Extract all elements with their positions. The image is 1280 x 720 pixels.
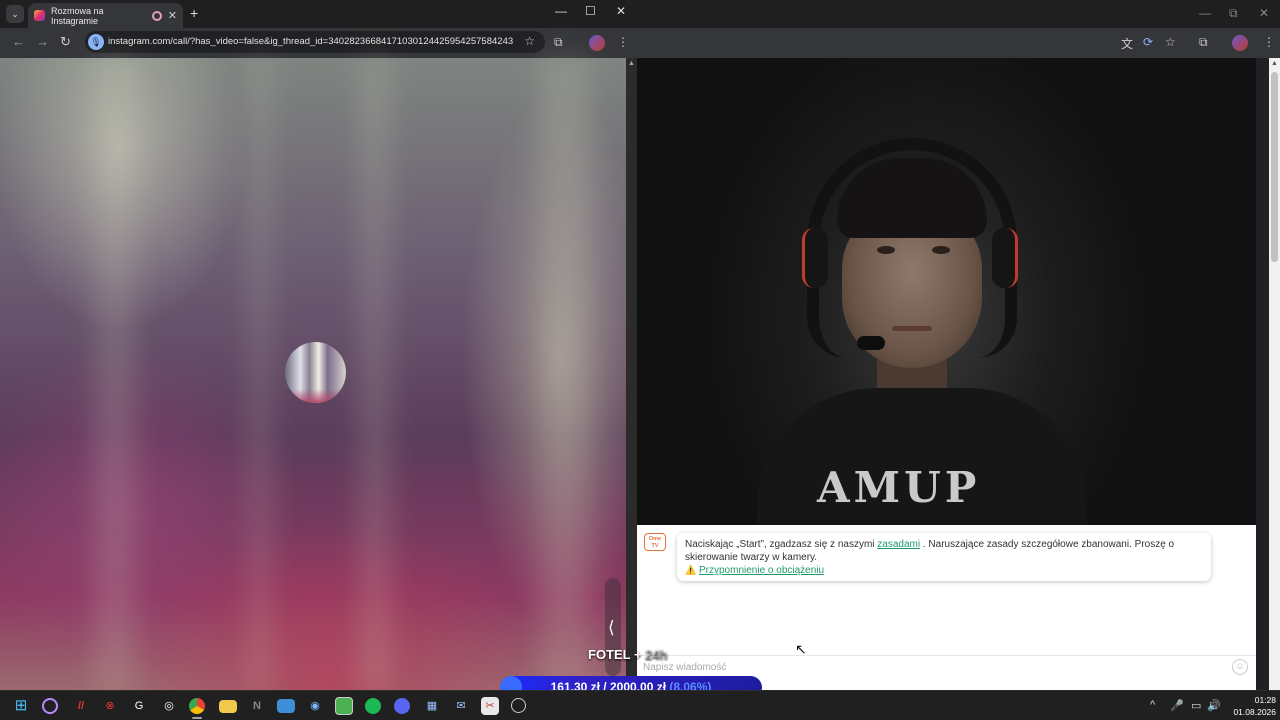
recording-icon [151,10,162,21]
steam-icon[interactable]: ◉ [306,697,324,715]
address-bar[interactable]: 🎙 instagram.com/call/?has_video=false&ig… [85,31,545,53]
obs-icon[interactable]: ◎ [160,697,178,715]
left-scrollbar[interactable]: ▲ [626,58,637,690]
url-text: instagram.com/call/?has_video=false&ig_t… [108,36,513,47]
bookmark-star-icon-right[interactable]: ☆ [1165,35,1176,49]
start-windows-icon[interactable]: ⊞ [12,697,30,715]
scroll-thumb[interactable] [1271,72,1278,262]
microphone-tray-icon[interactable]: 🎤 [1170,699,1184,712]
chrome-icon[interactable] [189,698,205,714]
spotify-icon[interactable] [365,698,381,714]
bookmark-star-icon[interactable]: ☆ [524,34,535,48]
right-title-bar: — ⧉ ✕ [637,0,1280,28]
mail-icon[interactable]: ✉ [452,697,470,715]
scroll-up-icon[interactable]: ▲ [628,60,635,67]
calculator-icon[interactable]: ▦ [423,697,441,715]
right-toolbar: 文 ⟳ ☆ ⧉ ⋮ [637,28,1280,58]
restore-button-right[interactable]: ⧉ [1229,6,1238,21]
discord-icon[interactable] [394,698,410,714]
fotel-goal-label: FOTEL + 24h [588,647,668,662]
profile-avatar-right[interactable] [1232,35,1248,51]
clock-app-icon[interactable] [511,698,526,713]
g-hub-icon[interactable]: G [130,697,148,715]
translate-icon[interactable]: 文 [1121,35,1133,52]
microphone-site-icon[interactable]: 🎙 [88,34,104,50]
new-tab-button[interactable]: + [190,5,198,21]
notion-icon[interactable]: N [248,697,266,715]
volume-icon[interactable]: 🔊 [1207,699,1221,712]
instagram-favicon-icon [34,10,45,21]
reload-icon[interactable]: ↻ [60,34,71,50]
close-window-button[interactable]: ✕ [616,4,626,18]
scroll-up-icon-right[interactable]: ▲ [1271,60,1278,67]
microphone-boom [857,336,885,350]
right-scrollbar[interactable]: ▲ [1269,58,1280,690]
nvidia-icon[interactable] [335,697,353,715]
snipping-tool-icon[interactable]: ✂ [481,697,499,715]
msi-afterburner-icon[interactable]: // [72,697,90,715]
forward-icon[interactable]: → [36,34,49,49]
extensions-icon[interactable]: ⧉ [554,35,563,50]
back-icon[interactable]: ← [12,34,25,49]
windows-taskbar: ⊞ // ⊗ G ◎ N ◉ ▦ ✉ ✂ ^ 🎤 ▭ 🔊 01:28 01.08… [0,690,1280,720]
left-toolbar: ← → ↻ 🎙 instagram.com/call/?has_video=fa… [0,28,637,58]
cortana-icon[interactable] [42,698,58,714]
call-participant-avatar [285,342,346,403]
minimize-button-right[interactable]: — [1199,6,1211,20]
emoji-icon[interactable]: ☺ [1232,659,1248,675]
tab-list-button[interactable]: ⌄ [6,5,24,23]
left-tab-strip: ⌄ Rozmowa na Instagramie ✕ + — ☐ ✕ [0,0,637,28]
maximize-button[interactable]: ☐ [585,4,596,18]
warning-link[interactable]: Przypomnienie o obciążeniu [699,565,824,576]
menu-icon-right[interactable]: ⋮ [1263,35,1275,49]
tab-instagram-call[interactable]: Rozmowa na Instagramie ✕ [28,3,183,28]
file-explorer-icon[interactable] [219,700,237,713]
ometv-logo: Ome TV [644,533,666,551]
chevron-left-icon[interactable]: ⟨ [608,618,615,638]
minimize-button[interactable]: — [555,4,567,18]
profile-avatar[interactable] [589,35,605,51]
chat-panel: Ome TV Naciskając „Start”, zgadzasz się … [637,525,1256,690]
rules-link[interactable]: zasadami [877,539,920,550]
chat-message-input[interactable]: Napisz wiadomość [643,662,726,673]
close-tab-icon[interactable]: ✕ [168,9,177,22]
extensions-icon-right[interactable]: ⧉ [1199,35,1208,50]
network-icon[interactable]: ▭ [1191,699,1201,712]
close-button-right[interactable]: ✕ [1259,6,1269,20]
shirt-print-text: AMUP [817,463,981,512]
ometv-browser-window: — ⧉ ✕ 文 ⟳ ☆ ⧉ ⋮ AMUP Ome TV Naciskając „… [637,0,1280,690]
instagram-browser-window: ⌄ Rozmowa na Instagramie ✕ + — ☐ ✕ ← → ↻… [0,0,637,690]
menu-icon[interactable]: ⋮ [617,35,629,49]
cast-icon[interactable]: ⟳ [1143,35,1153,49]
app-red-circle-icon[interactable]: ⊗ [101,697,119,715]
webcam-video: AMUP [637,58,1256,525]
photos-icon[interactable] [277,699,295,713]
warning-icon: ⚠️ [685,565,697,575]
system-message: Naciskając „Start”, zgadzasz się z naszy… [677,533,1211,581]
tray-expand-icon[interactable]: ^ [1150,699,1155,711]
taskbar-clock[interactable]: 01:28 01.08.2026 [1228,694,1276,718]
tab-title: Rozmowa na Instagramie [51,5,104,26]
